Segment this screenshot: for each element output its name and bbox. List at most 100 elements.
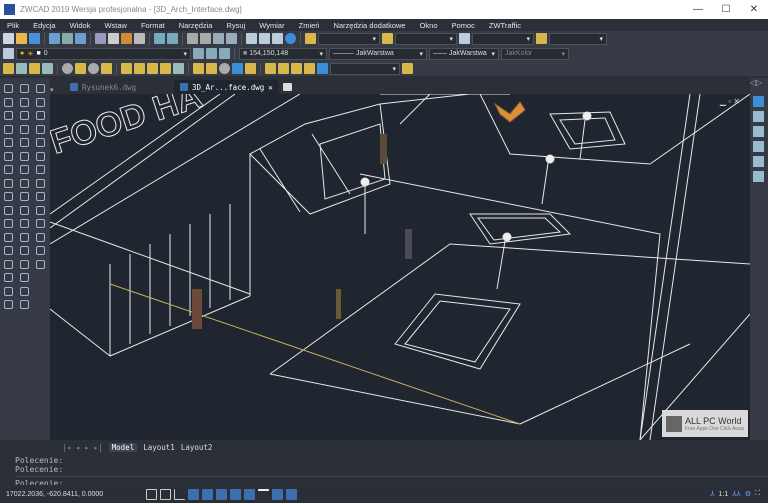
continue-icon[interactable] [147, 63, 158, 74]
layout-nav-arrows-icon[interactable]: |◂ ◂ ▸ ▸| [62, 443, 103, 452]
menu-edycja[interactable]: Edycja [26, 21, 63, 30]
annotation-scale-icon[interactable]: ⅄ [710, 490, 714, 498]
measure-icon[interactable] [36, 232, 45, 242]
rectangle-icon[interactable] [4, 138, 13, 147]
explode-icon[interactable] [20, 286, 29, 296]
jogged-icon[interactable] [75, 63, 86, 74]
maximize-button[interactable]: ☐ [712, 4, 740, 15]
hatch-icon[interactable] [36, 124, 45, 134]
dim-style-dropdown[interactable]: ▾ [395, 32, 457, 45]
view-icon[interactable] [753, 96, 764, 107]
region-icon[interactable] [36, 165, 45, 174]
lineweight-dropdown[interactable]: —— JakWarstwa ▾ [429, 47, 499, 60]
linear-dim-icon[interactable] [3, 63, 14, 74]
fullscreen-icon[interactable]: ⛶ [755, 490, 760, 498]
side-view-icon[interactable] [753, 171, 764, 182]
color-dropdown[interactable]: ■ 154,150,148 ▾ [239, 47, 327, 60]
space-icon[interactable] [160, 63, 171, 74]
cut-icon[interactable] [95, 33, 106, 44]
mtext-draw-icon[interactable] [4, 300, 13, 309]
donut-icon[interactable] [36, 192, 45, 201]
table-style-dropdown[interactable]: ▾ [472, 32, 534, 45]
spline-icon[interactable] [4, 178, 13, 188]
mline-icon[interactable] [36, 111, 45, 120]
top-view-icon[interactable] [753, 141, 764, 152]
point-icon[interactable] [36, 205, 45, 215]
offset-icon[interactable] [20, 124, 29, 134]
override-icon[interactable] [304, 63, 315, 74]
print-icon[interactable] [49, 33, 60, 44]
tool-palette-icon[interactable] [272, 33, 283, 44]
oblique-icon[interactable] [291, 63, 302, 74]
dyn-icon[interactable] [244, 488, 255, 500]
point-draw-icon[interactable] [4, 246, 13, 255]
tab-layout2[interactable]: Layout2 [181, 443, 213, 452]
selection-cycling-icon[interactable] [286, 488, 297, 500]
osnap-icon[interactable] [202, 488, 213, 500]
drawing-canvas[interactable]: FOOD HA ▁ ▫ ✕ ALL PC World Free Apps One … [50, 94, 750, 440]
break-icon[interactable] [173, 63, 184, 74]
paste-icon[interactable] [121, 33, 132, 44]
region-draw-icon[interactable] [4, 273, 13, 282]
rotate-icon[interactable] [20, 165, 29, 174]
design-center-icon[interactable] [259, 33, 270, 44]
diameter-icon[interactable] [88, 63, 99, 74]
otrack-icon[interactable] [216, 488, 227, 500]
minimize-button[interactable]: — [684, 4, 712, 15]
ray-icon[interactable] [36, 97, 45, 107]
dim-text-edit-icon[interactable] [265, 63, 276, 74]
tab-layout1[interactable]: Layout1 [143, 443, 175, 452]
dim-edit-icon[interactable] [245, 63, 256, 74]
boundary-icon[interactable] [36, 151, 45, 161]
annotation-visibility-icon[interactable]: ⅄⅄ [732, 490, 741, 498]
table-icon[interactable] [36, 246, 45, 255]
revcloud-icon[interactable] [4, 165, 13, 174]
multileader-style-icon[interactable] [536, 33, 547, 44]
close-button[interactable]: ✕ [740, 4, 768, 15]
viewport-controls[interactable]: ▁ ▫ ✕ [720, 97, 740, 106]
preview-icon[interactable] [62, 33, 73, 44]
zoom-previous-icon[interactable] [226, 33, 237, 44]
xline-icon[interactable] [36, 84, 45, 93]
mirror-icon[interactable] [20, 111, 29, 120]
text-style-icon[interactable] [305, 33, 316, 44]
new-icon[interactable] [3, 33, 14, 44]
tab-3d-arch-interface[interactable]: 3D_Ar...face.dwg ✕ [174, 80, 279, 94]
ducs-icon[interactable] [230, 488, 241, 500]
multileader-style-dropdown[interactable]: ▾ [549, 32, 607, 45]
menu-narzedzia-dodatkowe[interactable]: Narzędzia dodatkowe [326, 21, 412, 30]
gear-icon[interactable]: ⚙ [745, 490, 751, 498]
copy-icon[interactable] [108, 33, 119, 44]
edit-icon[interactable] [20, 300, 29, 309]
save-icon[interactable] [29, 33, 40, 44]
tolerance-icon[interactable] [193, 63, 204, 74]
table-style-icon[interactable] [459, 33, 470, 44]
menu-wymiar[interactable]: Wymiar [252, 21, 291, 30]
array-icon[interactable] [20, 138, 29, 147]
pan-icon[interactable] [187, 33, 198, 44]
arc-length-icon[interactable] [29, 63, 40, 74]
chamfer-icon[interactable] [20, 259, 29, 269]
grid-icon[interactable] [160, 488, 171, 500]
move-icon[interactable] [20, 151, 29, 161]
lineweight-icon[interactable] [258, 488, 269, 500]
jogged-linear-icon[interactable] [232, 63, 243, 74]
layer-manager-icon[interactable] [3, 48, 14, 59]
dim-style-icon[interactable] [382, 33, 393, 44]
view-cube-icon[interactable] [753, 111, 764, 122]
snap-icon[interactable] [146, 488, 157, 500]
tab-rysunek6[interactable]: Rysunek6.dwg [64, 80, 174, 94]
menu-zwtraffic[interactable]: ZWTraffic [482, 21, 528, 30]
mtext-icon[interactable] [36, 259, 45, 269]
copy-icon[interactable] [20, 97, 29, 107]
menu-zmien[interactable]: Zmień [292, 21, 327, 30]
scale-icon[interactable] [20, 178, 29, 188]
make-current-icon[interactable] [193, 48, 204, 59]
linetype-dropdown[interactable]: ——— JakWarstwa ▾ [329, 47, 427, 60]
ellipse-arc-icon[interactable] [4, 205, 13, 215]
properties-icon[interactable] [246, 33, 257, 44]
match-properties-icon[interactable] [134, 33, 145, 44]
layer-previous-icon[interactable] [206, 48, 217, 59]
gradient-icon[interactable] [36, 138, 45, 147]
polyline-icon[interactable] [4, 97, 13, 107]
